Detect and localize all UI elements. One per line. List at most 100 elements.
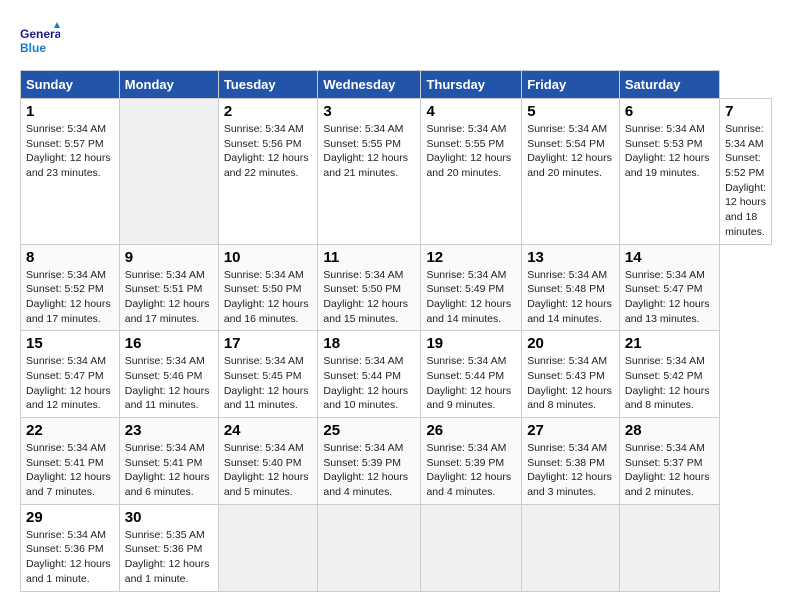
calendar-day-17: 17 Sunrise: 5:34 AMSunset: 5:45 PMDaylig… (218, 331, 318, 418)
calendar-day-empty (619, 504, 719, 591)
calendar-day-30: 30 Sunrise: 5:35 AMSunset: 5:36 PMDaylig… (119, 504, 218, 591)
day-number: 27 (527, 422, 614, 439)
day-info: Sunrise: 5:34 AMSunset: 5:39 PMDaylight:… (323, 441, 415, 500)
day-info: Sunrise: 5:34 AMSunset: 5:53 PMDaylight:… (625, 122, 714, 181)
day-info: Sunrise: 5:34 AMSunset: 5:52 PMDaylight:… (26, 268, 114, 327)
day-number: 30 (125, 509, 213, 526)
day-number: 28 (625, 422, 714, 439)
calendar-day-29: 29 Sunrise: 5:34 AMSunset: 5:36 PMDaylig… (21, 504, 120, 591)
calendar-day-6: 6 Sunrise: 5:34 AMSunset: 5:53 PMDayligh… (619, 99, 719, 245)
calendar-day-empty (522, 504, 620, 591)
day-info: Sunrise: 5:34 AMSunset: 5:43 PMDaylight:… (527, 354, 614, 413)
calendar-day-26: 26 Sunrise: 5:34 AMSunset: 5:39 PMDaylig… (421, 418, 522, 505)
day-info: Sunrise: 5:35 AMSunset: 5:36 PMDaylight:… (125, 528, 213, 587)
svg-text:Blue: Blue (20, 41, 46, 55)
calendar-day-21: 21 Sunrise: 5:34 AMSunset: 5:42 PMDaylig… (619, 331, 719, 418)
day-info: Sunrise: 5:34 AMSunset: 5:50 PMDaylight:… (323, 268, 415, 327)
logo-icon: General Blue (20, 20, 60, 60)
calendar-week-2: 8 Sunrise: 5:34 AMSunset: 5:52 PMDayligh… (21, 244, 772, 331)
weekday-header-sunday: Sunday (21, 71, 120, 99)
day-info: Sunrise: 5:34 AMSunset: 5:52 PMDaylight:… (725, 122, 766, 240)
day-number: 21 (625, 335, 714, 352)
calendar-day-10: 10 Sunrise: 5:34 AMSunset: 5:50 PMDaylig… (218, 244, 318, 331)
day-info: Sunrise: 5:34 AMSunset: 5:37 PMDaylight:… (625, 441, 714, 500)
day-number: 15 (26, 335, 114, 352)
calendar-table: SundayMondayTuesdayWednesdayThursdayFrid… (20, 70, 772, 592)
day-number: 22 (26, 422, 114, 439)
day-info: Sunrise: 5:34 AMSunset: 5:39 PMDaylight:… (426, 441, 516, 500)
calendar-day-7: 7 Sunrise: 5:34 AMSunset: 5:52 PMDayligh… (720, 99, 772, 245)
calendar-day-empty (218, 504, 318, 591)
weekday-header-saturday: Saturday (619, 71, 719, 99)
day-number: 14 (625, 249, 714, 266)
day-number: 6 (625, 103, 714, 120)
day-number: 25 (323, 422, 415, 439)
calendar-day-5: 5 Sunrise: 5:34 AMSunset: 5:54 PMDayligh… (522, 99, 620, 245)
day-number: 4 (426, 103, 516, 120)
calendar-day-12: 12 Sunrise: 5:34 AMSunset: 5:49 PMDaylig… (421, 244, 522, 331)
calendar-day-24: 24 Sunrise: 5:34 AMSunset: 5:40 PMDaylig… (218, 418, 318, 505)
day-info: Sunrise: 5:34 AMSunset: 5:44 PMDaylight:… (426, 354, 516, 413)
weekday-header-tuesday: Tuesday (218, 71, 318, 99)
day-info: Sunrise: 5:34 AMSunset: 5:50 PMDaylight:… (224, 268, 313, 327)
calendar-day-22: 22 Sunrise: 5:34 AMSunset: 5:41 PMDaylig… (21, 418, 120, 505)
day-info: Sunrise: 5:34 AMSunset: 5:48 PMDaylight:… (527, 268, 614, 327)
calendar-week-4: 22 Sunrise: 5:34 AMSunset: 5:41 PMDaylig… (21, 418, 772, 505)
calendar-day-19: 19 Sunrise: 5:34 AMSunset: 5:44 PMDaylig… (421, 331, 522, 418)
day-number: 10 (224, 249, 313, 266)
day-info: Sunrise: 5:34 AMSunset: 5:45 PMDaylight:… (224, 354, 313, 413)
calendar-header-row: SundayMondayTuesdayWednesdayThursdayFrid… (21, 71, 772, 99)
calendar-week-5: 29 Sunrise: 5:34 AMSunset: 5:36 PMDaylig… (21, 504, 772, 591)
calendar-day-8: 8 Sunrise: 5:34 AMSunset: 5:52 PMDayligh… (21, 244, 120, 331)
calendar-day-3: 3 Sunrise: 5:34 AMSunset: 5:55 PMDayligh… (318, 99, 421, 245)
calendar-day-20: 20 Sunrise: 5:34 AMSunset: 5:43 PMDaylig… (522, 331, 620, 418)
calendar-day-23: 23 Sunrise: 5:34 AMSunset: 5:41 PMDaylig… (119, 418, 218, 505)
calendar-day-2: 2 Sunrise: 5:34 AMSunset: 5:56 PMDayligh… (218, 99, 318, 245)
day-number: 19 (426, 335, 516, 352)
day-info: Sunrise: 5:34 AMSunset: 5:41 PMDaylight:… (125, 441, 213, 500)
day-number: 18 (323, 335, 415, 352)
day-number: 16 (125, 335, 213, 352)
day-info: Sunrise: 5:34 AMSunset: 5:55 PMDaylight:… (323, 122, 415, 181)
calendar-day-18: 18 Sunrise: 5:34 AMSunset: 5:44 PMDaylig… (318, 331, 421, 418)
day-number: 12 (426, 249, 516, 266)
day-number: 2 (224, 103, 313, 120)
day-number: 7 (725, 103, 766, 120)
day-number: 13 (527, 249, 614, 266)
day-info: Sunrise: 5:34 AMSunset: 5:40 PMDaylight:… (224, 441, 313, 500)
day-info: Sunrise: 5:34 AMSunset: 5:47 PMDaylight:… (26, 354, 114, 413)
day-number: 9 (125, 249, 213, 266)
weekday-header-wednesday: Wednesday (318, 71, 421, 99)
weekday-header-thursday: Thursday (421, 71, 522, 99)
calendar-day-16: 16 Sunrise: 5:34 AMSunset: 5:46 PMDaylig… (119, 331, 218, 418)
logo: General Blue (20, 20, 64, 60)
header: General Blue (20, 20, 772, 60)
day-number: 8 (26, 249, 114, 266)
day-info: Sunrise: 5:34 AMSunset: 5:36 PMDaylight:… (26, 528, 114, 587)
day-info: Sunrise: 5:34 AMSunset: 5:55 PMDaylight:… (426, 122, 516, 181)
day-info: Sunrise: 5:34 AMSunset: 5:56 PMDaylight:… (224, 122, 313, 181)
day-number: 1 (26, 103, 114, 120)
day-number: 5 (527, 103, 614, 120)
day-number: 26 (426, 422, 516, 439)
calendar-day-28: 28 Sunrise: 5:34 AMSunset: 5:37 PMDaylig… (619, 418, 719, 505)
weekday-header-friday: Friday (522, 71, 620, 99)
calendar-day-4: 4 Sunrise: 5:34 AMSunset: 5:55 PMDayligh… (421, 99, 522, 245)
day-number: 23 (125, 422, 213, 439)
day-info: Sunrise: 5:34 AMSunset: 5:44 PMDaylight:… (323, 354, 415, 413)
calendar-day-1: 1 Sunrise: 5:34 AMSunset: 5:57 PMDayligh… (21, 99, 120, 245)
calendar-day-14: 14 Sunrise: 5:34 AMSunset: 5:47 PMDaylig… (619, 244, 719, 331)
day-number: 29 (26, 509, 114, 526)
calendar-week-3: 15 Sunrise: 5:34 AMSunset: 5:47 PMDaylig… (21, 331, 772, 418)
calendar-day-13: 13 Sunrise: 5:34 AMSunset: 5:48 PMDaylig… (522, 244, 620, 331)
day-info: Sunrise: 5:34 AMSunset: 5:41 PMDaylight:… (26, 441, 114, 500)
calendar-day-9: 9 Sunrise: 5:34 AMSunset: 5:51 PMDayligh… (119, 244, 218, 331)
calendar-day-27: 27 Sunrise: 5:34 AMSunset: 5:38 PMDaylig… (522, 418, 620, 505)
day-info: Sunrise: 5:34 AMSunset: 5:57 PMDaylight:… (26, 122, 114, 181)
calendar-day-15: 15 Sunrise: 5:34 AMSunset: 5:47 PMDaylig… (21, 331, 120, 418)
day-info: Sunrise: 5:34 AMSunset: 5:51 PMDaylight:… (125, 268, 213, 327)
day-number: 24 (224, 422, 313, 439)
calendar-day-empty (421, 504, 522, 591)
weekday-header-monday: Monday (119, 71, 218, 99)
day-number: 11 (323, 249, 415, 266)
